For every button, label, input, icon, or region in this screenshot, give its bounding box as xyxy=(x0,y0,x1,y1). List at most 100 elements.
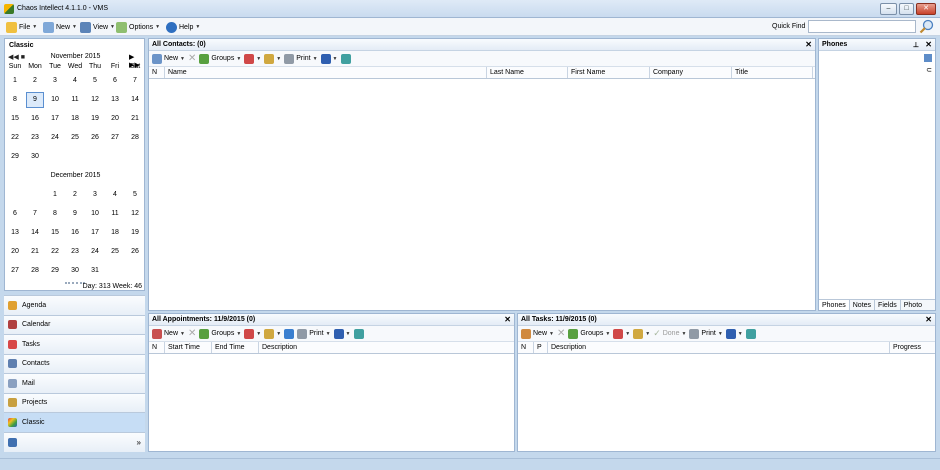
calendar-day[interactable]: 28 xyxy=(126,130,144,146)
calendar-day[interactable]: 4 xyxy=(106,187,124,203)
calendar-day[interactable]: 12 xyxy=(86,92,104,108)
calendar-day[interactable]: 3 xyxy=(46,73,64,89)
column-description[interactable]: Description xyxy=(548,342,890,353)
nav-agenda[interactable]: Agenda xyxy=(4,295,145,315)
column-n[interactable]: N xyxy=(149,67,165,78)
calendar-day[interactable]: 1 xyxy=(6,73,24,89)
groups-button[interactable]: Groups ▼ xyxy=(199,53,241,64)
new-contact-button[interactable]: New ▼ xyxy=(152,53,185,64)
calendar-day[interactable]: 10 xyxy=(86,206,104,222)
calendar-day-selected[interactable]: 9 xyxy=(26,92,44,108)
calendar-day[interactable]: 23 xyxy=(66,244,84,260)
column-priority[interactable]: P xyxy=(534,342,548,353)
done-button[interactable]: ✓ Done ▼ xyxy=(653,328,686,339)
column-n[interactable]: N xyxy=(518,342,534,353)
task-tree-button[interactable]: ▼ xyxy=(633,328,650,339)
calendar-day[interactable]: 17 xyxy=(86,225,104,241)
task-groups-button[interactable]: Groups ▼ xyxy=(568,328,610,339)
calendar-day[interactable]: 30 xyxy=(66,263,84,279)
tab-photo[interactable]: Photo xyxy=(901,300,925,310)
phone-add-icon[interactable] xyxy=(924,54,932,62)
calendar-day[interactable]: 18 xyxy=(106,225,124,241)
calendar-day[interactable]: 3 xyxy=(86,187,104,203)
calendar-day[interactable]: 9 xyxy=(66,206,84,222)
close-appointments-icon[interactable]: ✕ xyxy=(504,315,511,325)
calendar-day[interactable]: 20 xyxy=(106,111,124,127)
calendar-day[interactable]: 8 xyxy=(6,92,24,108)
search-icon[interactable] xyxy=(919,19,934,34)
calendar-day[interactable]: 26 xyxy=(126,244,144,260)
calendar-day[interactable]: 19 xyxy=(86,111,104,127)
appointment-filter-button[interactable]: ▼ xyxy=(244,328,261,339)
expand-nav-icon[interactable]: » xyxy=(137,438,141,447)
new-menu[interactable]: New ▼ xyxy=(43,20,77,34)
appointment-groups-button[interactable]: Groups ▼ xyxy=(199,328,241,339)
calendar-day[interactable]: 11 xyxy=(106,206,124,222)
calendar-day[interactable]: 27 xyxy=(6,263,24,279)
month-grid-2[interactable]: 1 2 3 4 5 6 7 8 9 10 11 12 13 14 15 16 17 18 19 20 21 22 23 24 2… xyxy=(5,187,146,283)
column-progress[interactable]: Progress xyxy=(890,342,935,353)
nav-tasks[interactable]: Tasks xyxy=(4,334,145,354)
calendar-day[interactable]: 12 xyxy=(126,206,144,222)
calendar-day[interactable]: 8 xyxy=(46,206,64,222)
appointment-refresh-button[interactable] xyxy=(353,328,364,339)
calendar-day[interactable]: 2 xyxy=(66,187,84,203)
close-tasks-icon[interactable]: ✕ xyxy=(925,315,932,325)
column-start-time[interactable]: Start Time xyxy=(165,342,212,353)
maximize-button[interactable]: □ xyxy=(899,3,914,15)
calendar-day[interactable]: 31 xyxy=(86,263,104,279)
task-refresh-button[interactable] xyxy=(745,328,756,339)
calendar-day[interactable]: 28 xyxy=(26,263,44,279)
calendar-day[interactable]: 10 xyxy=(46,92,64,108)
calendar-day[interactable]: 18 xyxy=(66,111,84,127)
calendar-day[interactable]: 27 xyxy=(106,130,124,146)
column-first-name[interactable]: First Name xyxy=(568,67,650,78)
tab-phones[interactable]: Phones xyxy=(819,300,850,310)
file-menu[interactable]: File ▼ xyxy=(6,20,37,34)
calendar-day[interactable]: 6 xyxy=(6,206,24,222)
calendar-day[interactable]: 26 xyxy=(86,130,104,146)
column-description[interactable]: Description xyxy=(259,342,513,353)
view-menu[interactable]: View ▼ xyxy=(80,20,115,34)
options-menu[interactable]: Options ▼ xyxy=(116,20,160,34)
month-grid-1[interactable]: 1 2 3 4 5 6 7 8 9 10 11 12 13 14 15 16 17 18 19 20 21 22 23 24 2… xyxy=(5,73,146,169)
calendar-day[interactable]: 6 xyxy=(106,73,124,89)
nav-calendar[interactable]: Calendar xyxy=(4,314,145,334)
appointment-word-button[interactable]: ▼ xyxy=(333,328,351,339)
pin-icon[interactable]: ⊥ xyxy=(913,40,919,52)
refresh-button[interactable] xyxy=(340,53,351,64)
calendar-day[interactable]: 5 xyxy=(86,73,104,89)
delete-task-icon[interactable]: ✕ xyxy=(557,328,565,339)
column-name[interactable]: Name xyxy=(165,67,487,78)
calendar-day[interactable]: 29 xyxy=(6,149,24,165)
calendar-day[interactable]: 24 xyxy=(46,130,64,146)
calendar-day[interactable]: 11 xyxy=(66,92,84,108)
calendar-day[interactable]: 1 xyxy=(46,187,64,203)
calendar-day[interactable]: 7 xyxy=(26,206,44,222)
calendar-day[interactable]: 14 xyxy=(26,225,44,241)
column-title[interactable]: Title xyxy=(732,67,813,78)
calendar-day[interactable]: 13 xyxy=(106,92,124,108)
calendar-day[interactable]: 24 xyxy=(86,244,104,260)
calendar-day[interactable]: 21 xyxy=(26,244,44,260)
calendar-day[interactable]: 25 xyxy=(106,244,124,260)
calendar-day[interactable]: 5 xyxy=(126,187,144,203)
new-task-button[interactable]: New ▼ xyxy=(521,328,554,339)
tree-button[interactable]: ▼ xyxy=(264,53,281,64)
word-export-button[interactable]: ▼ xyxy=(320,53,338,64)
calendar-day[interactable]: 23 xyxy=(26,130,44,146)
minimize-button[interactable]: – xyxy=(880,3,897,15)
close-phones-icon[interactable]: ✕ xyxy=(925,40,932,50)
delete-appointment-icon[interactable]: ✕ xyxy=(188,328,196,339)
calendar-day[interactable]: 22 xyxy=(6,130,24,146)
tab-notes[interactable]: Notes xyxy=(850,300,876,310)
calendar-day[interactable]: 15 xyxy=(6,111,24,127)
calendar-day[interactable]: 16 xyxy=(66,225,84,241)
column-end-time[interactable]: End Time xyxy=(212,342,259,353)
appointment-sync-button[interactable] xyxy=(284,328,295,339)
calendar-day[interactable]: 13 xyxy=(6,225,24,241)
column-last-name[interactable]: Last Name xyxy=(487,67,568,78)
calendar-day[interactable]: 4 xyxy=(66,73,84,89)
delete-icon[interactable]: ✕ xyxy=(188,53,196,64)
calendar-day[interactable]: 20 xyxy=(6,244,24,260)
